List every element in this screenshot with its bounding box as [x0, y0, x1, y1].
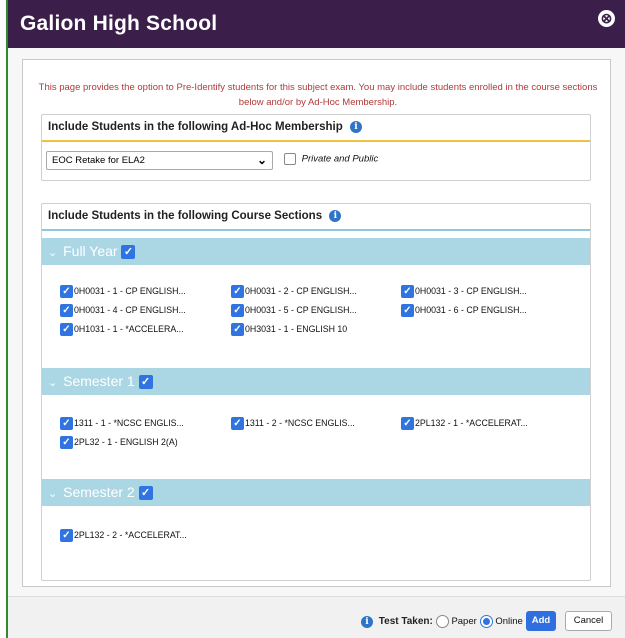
info-icon[interactable]: i — [361, 615, 373, 628]
sections-panel-header: Include Students in the following Course… — [42, 204, 590, 231]
group-checkbox[interactable]: ✓ — [138, 375, 153, 390]
section-checkbox[interactable]: ✓ — [231, 417, 244, 430]
section-checkbox[interactable]: ✓ — [60, 304, 73, 317]
section-checkbox[interactable]: ✓ — [60, 529, 73, 542]
dialog-title: Galion High School — [20, 12, 218, 35]
test-taken-group: i Test Taken: Paper Online — [361, 615, 523, 628]
course-section-item[interactable]: ✓ 1311 - 2 - *NCSC ENGLIS... — [231, 417, 355, 430]
section-label: 0H0031 - 1 - CP ENGLISH... — [74, 285, 186, 296]
course-section-item[interactable]: ✓ 0H0031 - 1 - CP ENGLISH... — [60, 285, 186, 298]
group-full-year[interactable]: ⌄ Full Year ✓ — [42, 238, 590, 265]
course-section-item[interactable]: ✓ 0H1031 - 1 - *ACCELERA... — [60, 323, 184, 336]
online-radio[interactable] — [479, 615, 493, 628]
course-section-item[interactable]: ✓ 0H0031 - 5 - CP ENGLISH... — [231, 304, 357, 317]
course-section-item[interactable]: ✓ 2PL132 - 2 - *ACCELERAT... — [60, 529, 187, 542]
dialog-footer: i Test Taken: Paper Online Add Cancel — [8, 596, 625, 638]
section-label: 0H0031 - 3 - CP ENGLISH... — [415, 285, 527, 296]
intro-text: This page provides the option to Pre-Ide… — [38, 82, 598, 108]
add-button[interactable]: Add — [526, 611, 556, 631]
dialog: Galion High School ⊗ This page provides … — [6, 0, 625, 638]
section-label: 1311 - 2 - *NCSC ENGLIS... — [245, 417, 355, 428]
section-checkbox[interactable]: ✓ — [231, 285, 244, 298]
dialog-content: This page provides the option to Pre-Ide… — [22, 59, 611, 587]
cancel-button[interactable]: Cancel — [565, 611, 612, 631]
group-checkbox[interactable]: ✓ — [138, 486, 153, 501]
group-label: Full Year — [63, 243, 118, 259]
course-section-item[interactable]: ✓ 0H0031 - 2 - CP ENGLISH... — [231, 285, 357, 298]
test-taken-label: Test Taken: — [378, 616, 433, 628]
course-section-item[interactable]: ✓ 0H0031 - 3 - CP ENGLISH... — [401, 285, 527, 298]
chevron-down-icon[interactable]: ⌄ — [48, 247, 57, 259]
paper-label: Paper — [451, 616, 477, 627]
section-checkbox[interactable]: ✓ — [60, 417, 73, 430]
group-label: Semester 2 — [63, 484, 135, 500]
section-label: 2PL132 - 2 - *ACCELERAT... — [74, 529, 187, 540]
course-sections-panel: Include Students in the following Course… — [41, 203, 591, 581]
title-bar: Galion High School ⊗ — [8, 0, 625, 48]
group-semester-2[interactable]: ⌄ Semester 2 ✓ — [42, 479, 590, 506]
section-label: 2PL132 - 1 - *ACCELERAT... — [415, 417, 528, 428]
course-section-item[interactable]: ✓ 0H0031 - 6 - CP ENGLISH... — [401, 304, 527, 317]
chevron-down-icon[interactable]: ⌄ — [48, 377, 57, 389]
chevron-down-icon[interactable]: ⌄ — [48, 488, 57, 500]
section-label: 2PL32 - 1 - ENGLISH 2(A) — [74, 436, 178, 447]
section-label: 0H0031 - 2 - CP ENGLISH... — [245, 285, 357, 296]
section-label: 0H0031 - 6 - CP ENGLISH... — [415, 304, 527, 315]
section-label: 1311 - 1 - *NCSC ENGLIS... — [74, 417, 184, 428]
sections-header-label: Include Students in the following Course… — [48, 210, 323, 223]
section-checkbox[interactable]: ✓ — [231, 304, 244, 317]
section-checkbox[interactable]: ✓ — [231, 323, 244, 336]
private-public-checkbox[interactable] — [284, 153, 296, 165]
info-icon[interactable]: i — [349, 121, 362, 133]
section-label: 0H1031 - 1 - *ACCELERA... — [74, 323, 184, 334]
section-label: 0H0031 - 4 - CP ENGLISH... — [74, 304, 186, 315]
section-label: 0H3031 - 1 - ENGLISH 10 — [245, 323, 348, 334]
group-semester-1[interactable]: ⌄ Semester 1 ✓ — [42, 368, 590, 395]
adhoc-selected-value: EOC Retake for ELA2 — [52, 155, 145, 166]
adhoc-panel-header: Include Students in the following Ad-Hoc… — [42, 115, 590, 142]
course-section-item[interactable]: ✓ 0H0031 - 4 - CP ENGLISH... — [60, 304, 186, 317]
section-checkbox[interactable]: ✓ — [401, 417, 414, 430]
adhoc-membership-select[interactable]: EOC Retake for ELA2 ⌄ — [46, 151, 273, 170]
private-public-option[interactable]: Private and Public — [284, 153, 378, 165]
group-checkbox[interactable]: ✓ — [121, 245, 136, 260]
online-label: Online — [495, 616, 523, 627]
course-section-item[interactable]: ✓ 0H3031 - 1 - ENGLISH 10 — [231, 323, 347, 336]
chevron-down-icon: ⌄ — [256, 153, 267, 167]
info-icon[interactable]: i — [329, 210, 342, 222]
section-checkbox[interactable]: ✓ — [60, 436, 73, 449]
section-label: 0H0031 - 5 - CP ENGLISH... — [245, 304, 357, 315]
section-checkbox[interactable]: ✓ — [401, 285, 414, 298]
group-label: Semester 1 — [63, 373, 135, 389]
adhoc-panel: Include Students in the following Ad-Hoc… — [41, 114, 591, 181]
section-checkbox[interactable]: ✓ — [60, 285, 73, 298]
course-section-item[interactable]: ✓ 2PL132 - 1 - *ACCELERAT... — [401, 417, 528, 430]
section-checkbox[interactable]: ✓ — [401, 304, 414, 317]
section-checkbox[interactable]: ✓ — [60, 323, 73, 336]
adhoc-header-label: Include Students in the following Ad-Hoc… — [48, 121, 343, 134]
close-icon[interactable]: ⊗ — [598, 10, 615, 27]
course-section-item[interactable]: ✓ 1311 - 1 - *NCSC ENGLIS... — [60, 417, 184, 430]
course-section-item[interactable]: ✓ 2PL32 - 1 - ENGLISH 2(A) — [60, 436, 178, 449]
private-public-label: Private and Public — [301, 153, 379, 165]
paper-radio[interactable] — [435, 615, 449, 628]
